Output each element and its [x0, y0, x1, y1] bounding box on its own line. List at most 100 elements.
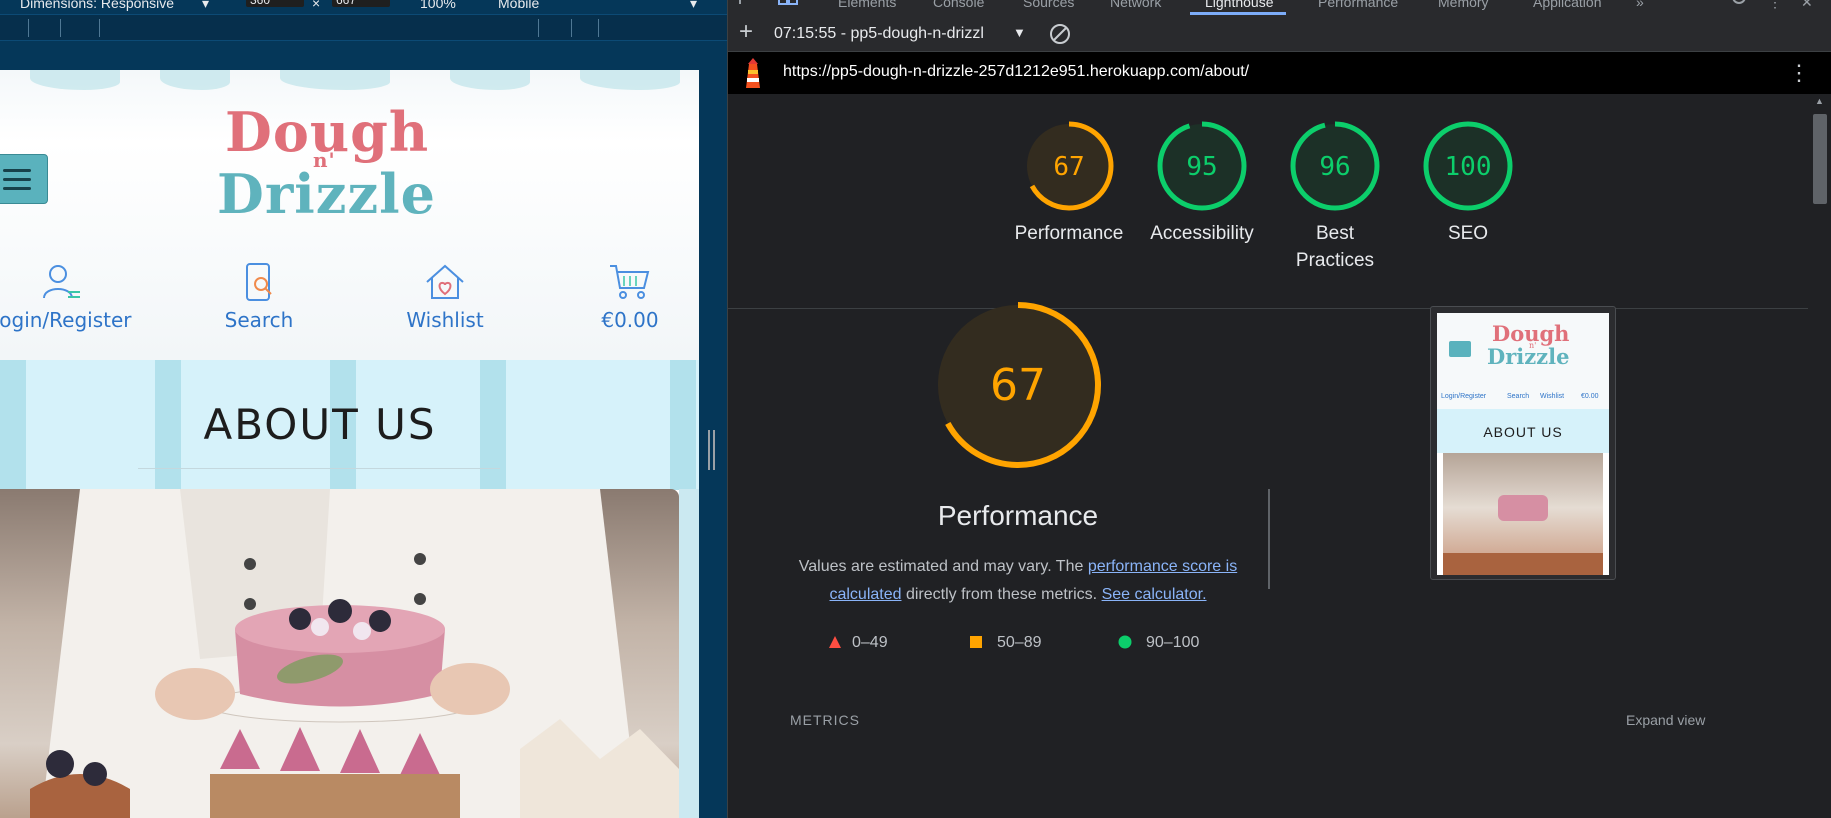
- kebab-menu-icon[interactable]: ⋮: [1768, 0, 1782, 11]
- thumb-cupcakes: [1443, 553, 1603, 575]
- large-performance-score: 67: [990, 360, 1046, 411]
- dropdown-arrow-icon: ▾: [202, 0, 210, 11]
- site-header: Dough n' Drizzle Login/Register Search W…: [0, 70, 699, 360]
- width-input[interactable]: 360: [246, 0, 304, 7]
- explain-text: directly from these metrics.: [901, 586, 1102, 603]
- site-logo[interactable]: Dough n' Drizzle: [205, 100, 460, 230]
- thumb-page-title: ABOUT US: [1483, 424, 1563, 440]
- resize-handle[interactable]: [708, 430, 718, 470]
- thumb-logo-bottom: Drizzle: [1487, 344, 1570, 369]
- device-toggle-icon[interactable]: [778, 0, 798, 8]
- nav-login-label: Login/Register: [0, 308, 132, 332]
- devtools-tab-bar: Elements Console Sources Network Lightho…: [728, 0, 1831, 15]
- brush-texture: [160, 70, 230, 90]
- expand-view-toggle[interactable]: Expand view: [1626, 712, 1705, 728]
- report-menu-icon[interactable]: ⋮: [1788, 60, 1810, 86]
- report-url[interactable]: https://pp5-dough-n-drizzle-257d1212e951…: [783, 63, 1249, 81]
- dropdown-triangle-icon: ▼: [1013, 25, 1026, 40]
- height-input[interactable]: 667: [332, 0, 390, 7]
- lighthouse-report: 67 Performance 95 Accessibility 96 Best …: [728, 94, 1808, 818]
- scrollbar-thumb[interactable]: [1813, 114, 1827, 204]
- nav-search-label: Search: [224, 308, 294, 332]
- nav-cart[interactable]: €0.00: [540, 262, 699, 332]
- tab-sources[interactable]: Sources: [1023, 0, 1074, 10]
- best-practices-label: Best Practices: [1295, 223, 1375, 271]
- nav-search[interactable]: Search: [169, 262, 349, 332]
- clear-block-icon[interactable]: [1049, 23, 1071, 45]
- page-title: ABOUT US: [203, 400, 437, 449]
- hamburger-bar: [3, 169, 31, 172]
- seo-score: 100: [1445, 152, 1492, 182]
- zoom-dropdown[interactable]: 100%: [420, 0, 456, 11]
- accessibility-score: 95: [1186, 152, 1217, 182]
- thumb-menu-button: [1449, 341, 1471, 357]
- score-legend: 0–49 50–89 90–100: [828, 634, 1248, 664]
- performance-section-title: Performance: [937, 500, 1099, 531]
- cart-icon: [610, 265, 650, 299]
- thumb-nav-wishlist: Wishlist: [1540, 393, 1565, 400]
- gauge-accessibility[interactable]: 95 Accessibility: [1142, 120, 1262, 247]
- tab-network[interactable]: Network: [1110, 0, 1161, 10]
- ruler-tick: [598, 19, 599, 37]
- thumb-nav-login: Login/Register: [1441, 393, 1487, 400]
- menu-toggle-button[interactable]: [0, 154, 48, 204]
- performance-gauge-ring: 67: [1024, 121, 1114, 211]
- dimensions-dropdown[interactable]: Dimensions: Responsive: [20, 0, 174, 11]
- tab-application[interactable]: Application: [1533, 0, 1602, 10]
- gauge-best-practices[interactable]: 96 Best Practices: [1275, 120, 1395, 274]
- legend-average-range: 50–89: [997, 634, 1042, 651]
- hamburger-bar: [3, 178, 31, 181]
- thumb-hero-image: [1443, 453, 1603, 575]
- thumbnail-page: Dough n' Drizzle Login/Register Search W…: [1437, 313, 1609, 575]
- orange-square-icon: [970, 636, 982, 648]
- legend-pass: 90–100: [1118, 634, 1199, 652]
- throttle-dropdown[interactable]: Mobile: [498, 0, 539, 11]
- more-icon[interactable]: ▾: [690, 0, 697, 12]
- hamburger-bar: [3, 187, 31, 190]
- brush-texture: [450, 70, 530, 90]
- grip-line: [713, 430, 715, 470]
- thumb-nav-cart: €0.00: [1581, 393, 1599, 400]
- explain-text: Values are estimated and may vary. The: [798, 558, 1088, 575]
- report-select-dropdown[interactable]: 07:15:55 - pp5-dough-n-drizzl: [774, 25, 984, 43]
- inspect-element-icon[interactable]: [738, 0, 754, 8]
- lighthouse-toolbar: + 07:15:55 - pp5-dough-n-drizzl ▼: [728, 15, 1831, 52]
- brush-texture: [30, 70, 120, 90]
- thumb-cake: [1498, 495, 1548, 521]
- legend-average: 50–89: [969, 634, 1042, 652]
- best-practices-score: 96: [1319, 152, 1350, 182]
- device-emulation-pane: Dimensions: Responsive ▾ 360 × 667 100% …: [0, 0, 727, 818]
- nav-login-register[interactable]: Login/Register: [0, 262, 150, 332]
- green-circle-icon: [1118, 635, 1132, 649]
- tab-lighthouse[interactable]: Lighthouse: [1205, 0, 1274, 10]
- seo-gauge-ring: 100: [1423, 121, 1513, 211]
- tab-elements[interactable]: Elements: [838, 0, 896, 10]
- new-report-icon[interactable]: +: [739, 18, 753, 46]
- final-screenshot-thumbnail[interactable]: Dough n' Drizzle Login/Register Search W…: [1430, 306, 1616, 580]
- gauge-performance[interactable]: 67 Performance: [1009, 120, 1129, 247]
- tab-console[interactable]: Console: [933, 0, 984, 10]
- close-icon[interactable]: ✕: [1801, 0, 1813, 11]
- performance-label: Performance: [1014, 223, 1124, 244]
- accessibility-gauge-ring: 95: [1157, 121, 1247, 211]
- report-scrollbar[interactable]: ▲: [1808, 94, 1831, 818]
- tab-performance[interactable]: Performance: [1318, 0, 1398, 10]
- accessibility-label: Accessibility: [1150, 223, 1254, 244]
- seo-label: SEO: [1447, 223, 1489, 244]
- ruler-tick: [538, 19, 539, 37]
- ruler-tick: [28, 19, 29, 37]
- see-calculator-link[interactable]: See calculator.: [1102, 586, 1207, 603]
- ruler-tick: [60, 19, 61, 37]
- scroll-up-arrow-icon[interactable]: ▲: [1815, 96, 1824, 106]
- chef-cake-illustration: [30, 489, 679, 818]
- tab-memory[interactable]: Memory: [1438, 0, 1489, 10]
- ruler-tick: [99, 19, 100, 37]
- more-tabs-button[interactable]: »: [1636, 0, 1644, 10]
- nav-wishlist[interactable]: Wishlist: [355, 262, 535, 332]
- legend-fail: 0–49: [828, 634, 888, 652]
- gauge-seo[interactable]: 100 SEO: [1408, 120, 1528, 247]
- red-triangle-icon: [829, 636, 841, 648]
- media-query-ruler[interactable]: [0, 14, 727, 41]
- gear-icon[interactable]: [1731, 0, 1747, 7]
- brush-texture: [280, 70, 390, 90]
